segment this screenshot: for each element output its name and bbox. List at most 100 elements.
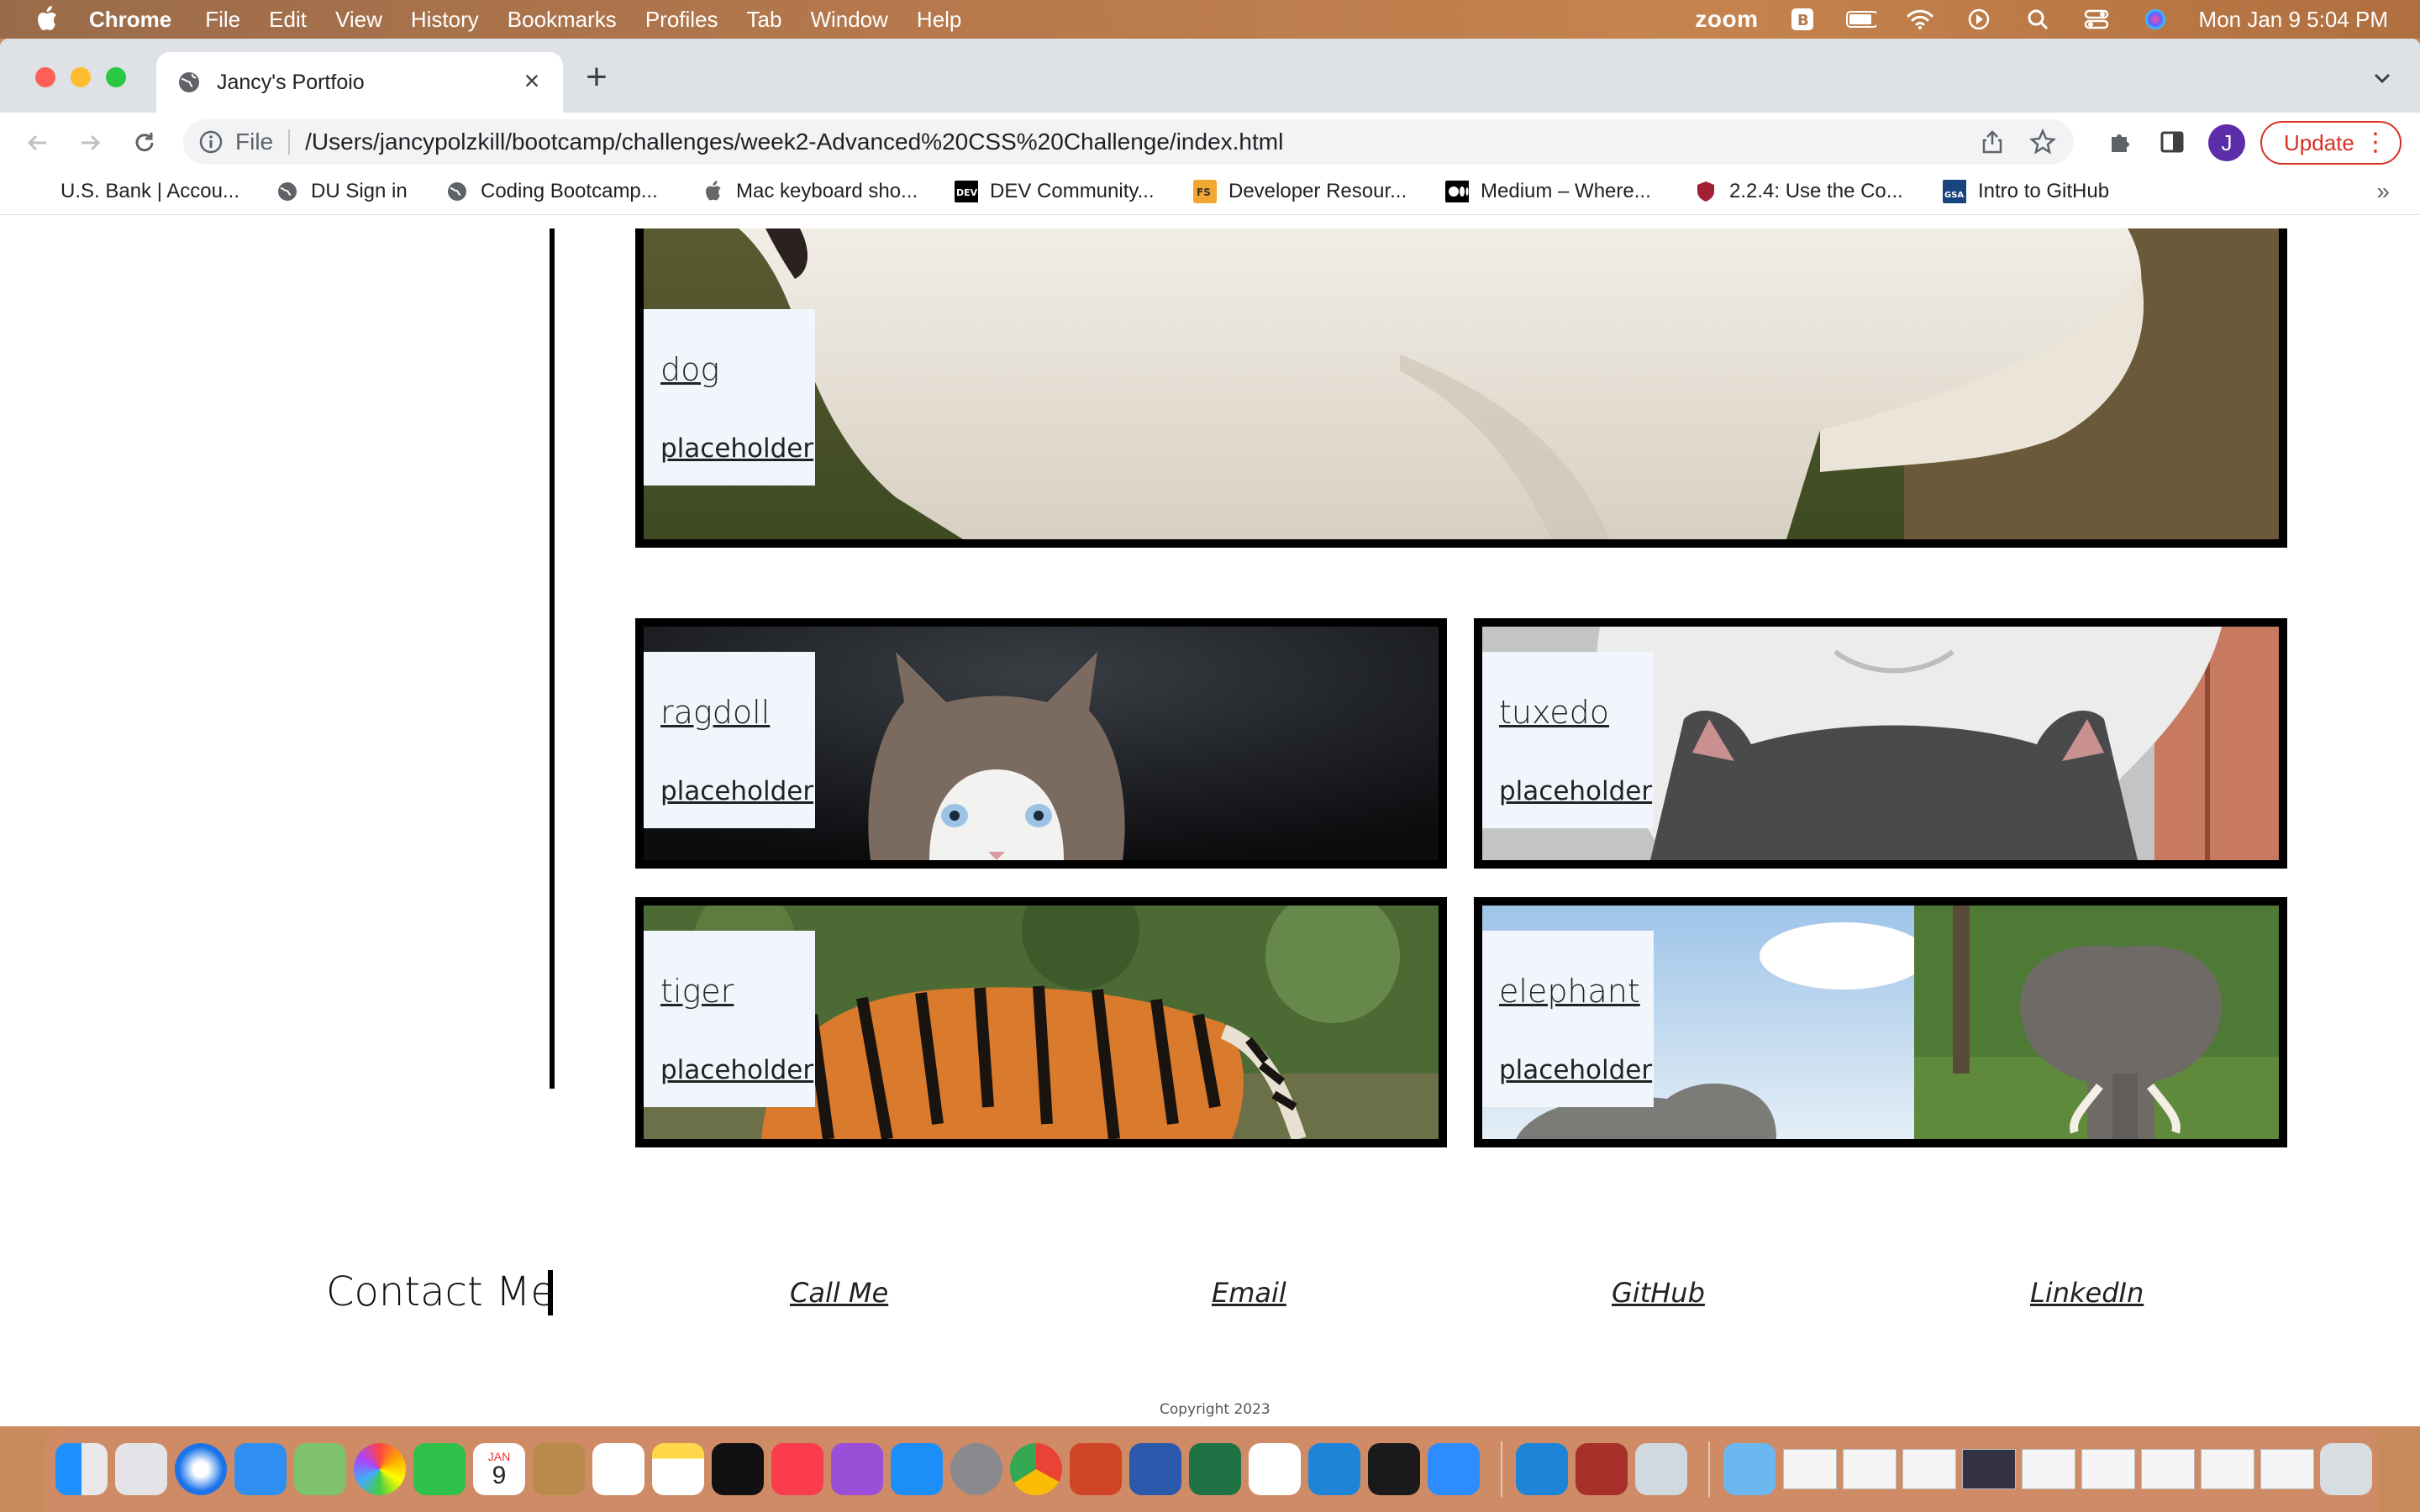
call-me-link[interactable]: Call Me	[790, 1277, 888, 1309]
email-link[interactable]: Email	[1212, 1277, 1286, 1309]
preview-icon[interactable]	[1635, 1443, 1687, 1495]
close-tab-icon[interactable]: ×	[519, 67, 544, 94]
dictionary-icon[interactable]	[1576, 1443, 1628, 1495]
bitdefender-icon[interactable]: B	[1787, 7, 1818, 32]
safari-icon[interactable]	[175, 1443, 227, 1495]
minimized-window-thumb[interactable]	[1902, 1449, 1956, 1489]
mail-icon[interactable]	[234, 1443, 287, 1495]
more-menu-icon[interactable]: ⋮	[2363, 128, 2388, 157]
minimized-window-thumb[interactable]	[2022, 1449, 2075, 1489]
minimize-window-button[interactable]	[71, 67, 91, 87]
calendar-icon[interactable]: JAN 9	[473, 1443, 525, 1495]
bookmark-dev-community[interactable]: DEV DEV Community...	[955, 180, 1155, 203]
bookmark-star-icon[interactable]	[2028, 128, 2057, 156]
bookmark-intro-to-github[interactable]: GSA Intro to GitHub	[1943, 180, 2109, 203]
card-elephant[interactable]: elephant placeholder	[1474, 897, 2287, 1147]
contacts-icon[interactable]	[533, 1443, 585, 1495]
powerpoint-icon[interactable]	[1070, 1443, 1122, 1495]
terminal-icon[interactable]	[1368, 1443, 1420, 1495]
menu-bookmarks[interactable]: Bookmarks	[508, 7, 617, 33]
apple-icon[interactable]	[34, 5, 59, 34]
update-chrome-button[interactable]: Update ⋮	[2260, 121, 2402, 165]
siri-icon[interactable]	[2140, 7, 2170, 32]
reload-button[interactable]	[129, 128, 160, 158]
maps-icon[interactable]	[294, 1443, 346, 1495]
card-title[interactable]: elephant	[1499, 973, 1640, 1010]
slack-icon[interactable]	[1249, 1443, 1301, 1495]
wifi-icon[interactable]	[1905, 7, 1935, 32]
apple-tv-icon[interactable]	[712, 1443, 764, 1495]
menu-view[interactable]: View	[335, 7, 382, 33]
menu-help[interactable]: Help	[917, 7, 961, 33]
zoom-status-item[interactable]: zoom	[1695, 6, 1758, 33]
facetime-icon[interactable]	[413, 1443, 466, 1495]
site-info-icon[interactable]	[198, 129, 224, 155]
bookmark-medium[interactable]: Medium – Where...	[1445, 180, 1651, 203]
card-dog[interactable]: dog placeholder	[635, 228, 2287, 548]
share-icon[interactable]	[1980, 129, 2005, 155]
vscode-icon[interactable]	[1516, 1443, 1568, 1495]
minimized-window-thumb[interactable]	[2141, 1449, 2195, 1489]
word-icon[interactable]	[1129, 1443, 1181, 1495]
launchpad-icon[interactable]	[115, 1443, 167, 1495]
app-store-icon[interactable]	[891, 1443, 943, 1495]
menu-file[interactable]: File	[205, 7, 240, 33]
battery-icon[interactable]	[1845, 7, 1876, 32]
card-title[interactable]: tuxedo	[1499, 694, 1609, 731]
card-subtitle[interactable]: placeholder	[660, 776, 813, 806]
card-subtitle[interactable]: placeholder	[660, 433, 813, 464]
card-subtitle[interactable]: placeholder	[1499, 1055, 1652, 1085]
close-window-button[interactable]	[35, 67, 55, 87]
bookmark-mac-keyboard[interactable]: Mac keyboard sho...	[701, 180, 918, 203]
notes-icon[interactable]	[652, 1443, 704, 1495]
card-subtitle[interactable]: placeholder	[660, 1055, 813, 1085]
menu-window[interactable]: Window	[810, 7, 887, 33]
excel-icon[interactable]	[1189, 1443, 1241, 1495]
music-icon[interactable]	[771, 1443, 823, 1495]
photos-icon[interactable]	[354, 1443, 406, 1495]
card-title[interactable]: dog	[660, 351, 719, 388]
minimized-window-thumb[interactable]	[1843, 1449, 1897, 1489]
card-title[interactable]: ragdoll	[660, 694, 770, 731]
menu-profiles[interactable]: Profiles	[645, 7, 718, 33]
trash-icon[interactable]	[2320, 1443, 2372, 1495]
menu-edit[interactable]: Edit	[269, 7, 307, 33]
minimized-window-thumb[interactable]	[2081, 1449, 2135, 1489]
address-bar[interactable]: File /Users/jancypolzkill/bootcamp/chall…	[183, 119, 2074, 165]
minimized-window-thumb[interactable]	[2260, 1449, 2314, 1489]
bookmark-coding-bootcamp[interactable]: Coding Bootcamp...	[445, 180, 658, 203]
bookmark-use-the-co[interactable]: 2.2.4: Use the Co...	[1694, 180, 1903, 203]
system-preferences-icon[interactable]	[950, 1443, 1002, 1495]
minimized-window-thumb[interactable]	[1783, 1449, 1837, 1489]
side-panel-icon[interactable]	[2158, 128, 2186, 156]
back-button[interactable]	[22, 128, 52, 158]
vscode-icon[interactable]	[1308, 1443, 1360, 1495]
podcasts-icon[interactable]	[831, 1443, 883, 1495]
spotlight-search-icon[interactable]	[2023, 7, 2053, 32]
profile-avatar[interactable]: J	[2208, 124, 2245, 161]
bookmark-developer-resources[interactable]: FS Developer Resour...	[1193, 180, 1407, 203]
card-tiger[interactable]: tiger placeholder	[635, 897, 1447, 1147]
bookmarks-overflow-icon[interactable]: »	[2376, 178, 2390, 205]
bookmark-us-bank[interactable]: U.S. Bank | Accou...	[60, 180, 239, 203]
card-ragdoll[interactable]: ragdoll placeholder	[635, 618, 1447, 869]
minimized-window-thumb[interactable]	[2201, 1449, 2254, 1489]
folder-icon[interactable]	[1723, 1443, 1776, 1495]
new-tab-button[interactable]: +	[580, 59, 613, 96]
play-icon[interactable]	[1964, 7, 1994, 32]
maximize-window-button[interactable]	[106, 67, 126, 87]
clock[interactable]: Mon Jan 9 5:04 PM	[2199, 7, 2388, 33]
card-title[interactable]: tiger	[660, 973, 734, 1010]
url-text[interactable]: /Users/jancypolzkill/bootcamp/challenges…	[305, 129, 1283, 155]
linkedin-link[interactable]: LinkedIn	[2030, 1277, 2144, 1309]
zoom-app-icon[interactable]	[1428, 1443, 1480, 1495]
reminders-icon[interactable]	[592, 1443, 644, 1495]
menu-tab[interactable]: Tab	[747, 7, 782, 33]
extensions-puzzle-icon[interactable]	[2106, 128, 2134, 156]
bookmark-du-sign-in[interactable]: DU Sign in	[276, 180, 408, 203]
card-tuxedo[interactable]: tuxedo placeholder	[1474, 618, 2287, 869]
control-center-icon[interactable]	[2081, 7, 2112, 32]
minimized-window-thumb[interactable]	[1962, 1449, 2016, 1489]
tab-active[interactable]: Jancy's Portfoio ×	[156, 52, 563, 113]
tab-search-chevron-icon[interactable]	[2370, 66, 2395, 91]
